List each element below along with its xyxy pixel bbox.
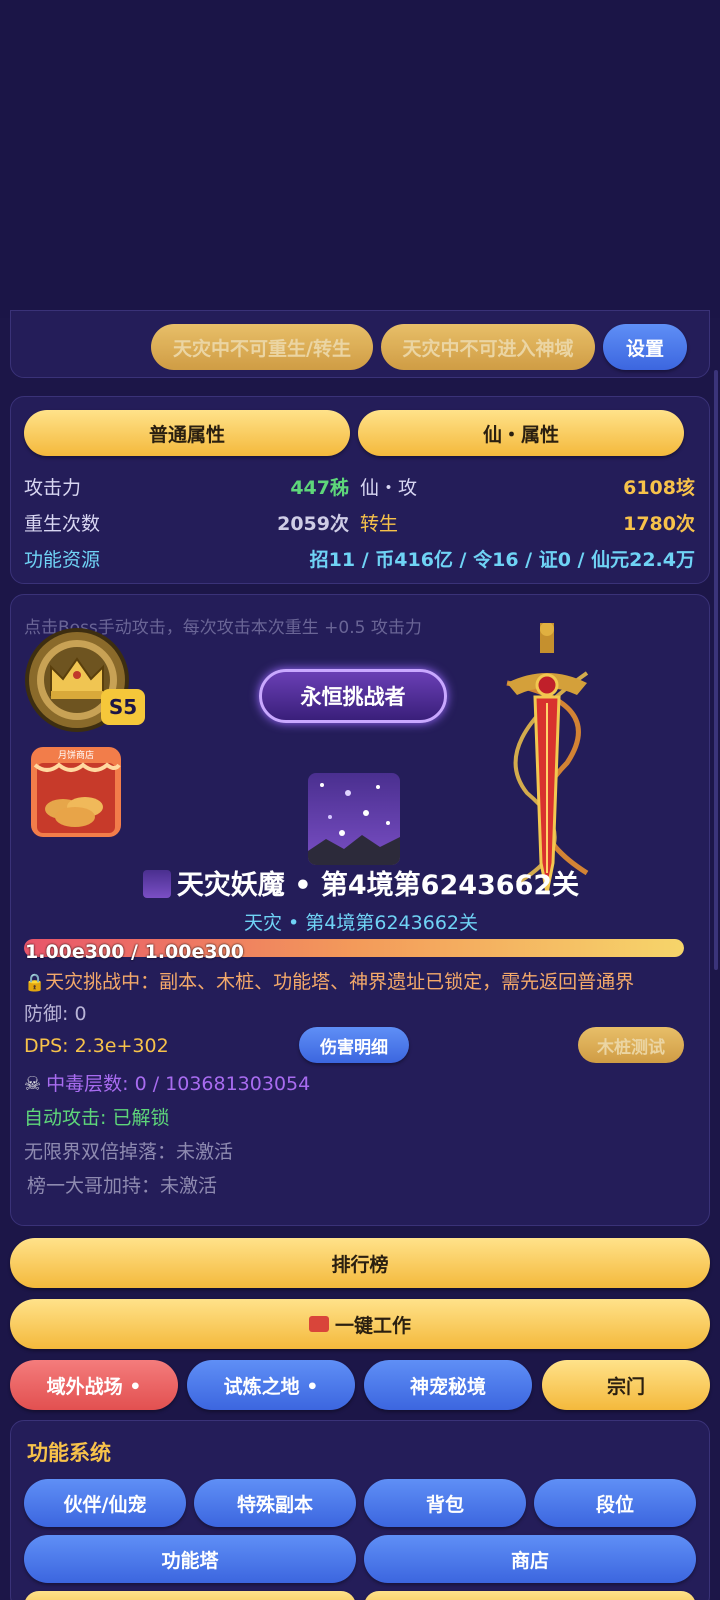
immortal-attack-value: 6108垓: [623, 477, 695, 499]
top-action-panel: 天灾中不可重生/转生 天灾中不可进入神域 设置: [10, 310, 710, 378]
scrollbar[interactable]: [714, 370, 718, 970]
reincarnation-label: 转生: [360, 513, 399, 535]
tab-normal-attributes[interactable]: 普通属性: [24, 410, 350, 456]
function-tower-button[interactable]: 功能塔: [24, 1535, 356, 1583]
boss-hp-text: 1.00e300 / 1.00e300: [25, 941, 245, 963]
sect-button[interactable]: 宗门: [542, 1360, 710, 1410]
rebirth-count-value: 2059次: [277, 513, 349, 535]
lock-icon: 🔒: [24, 973, 46, 993]
poison-stacks: 中毒层数: 0 / 103681303054: [46, 1073, 311, 1095]
special-dungeon-button[interactable]: 特殊副本: [194, 1479, 356, 1527]
auto-attack-status: 自动攻击: 已解锁: [24, 1107, 170, 1129]
rank-boost-status: 榜一大哥加持：未激活: [27, 1175, 218, 1197]
dummy-test-button[interactable]: 木桩测试: [578, 1027, 684, 1063]
lock-notice-row: 🔒天灾挑战中：副本、木桩、功能塔、神界遗址已锁定，需先返回普通界: [24, 967, 634, 994]
settings-button[interactable]: 设置: [603, 324, 687, 370]
one-click-work-button[interactable]: 一键工作: [10, 1299, 710, 1349]
flaming-sword-icon: [506, 623, 589, 894]
shop-button[interactable]: 商店: [364, 1535, 696, 1583]
lock-notice: 天灾挑战中：副本、木桩、功能塔、神界遗址已锁定，需先返回普通界: [45, 971, 635, 993]
more-function-button-right[interactable]: [364, 1591, 696, 1600]
damage-detail-button[interactable]: 伤害明细: [299, 1027, 409, 1063]
challenger-title-banner: 永恒挑战者: [259, 669, 447, 723]
battle-panel: 点击Boss手动攻击，每次攻击本次重生 +0.5 攻击力 S5 月饼商店 永恒挑…: [10, 594, 710, 1226]
backpack-button[interactable]: 背包: [364, 1479, 526, 1527]
attribute-panel: 普通属性 仙・属性 攻击力 447秭 仙・攻 6108垓 重生次数 2059次 …: [10, 396, 710, 584]
reincarnation-value: 1780次: [623, 513, 695, 535]
divine-realm-disabled-button[interactable]: 天灾中不可进入神域: [381, 324, 595, 370]
toolbox-icon: [308, 1316, 329, 1332]
immortal-attack-label: 仙・攻: [360, 477, 418, 499]
starfield-icon: [308, 783, 400, 865]
blank-top-area: [0, 0, 720, 318]
rebirth-count-label: 重生次数: [24, 513, 101, 535]
boss-portrait[interactable]: [308, 773, 400, 865]
attack-label: 攻击力: [24, 477, 82, 499]
defense-stat: 防御: 0: [24, 1003, 87, 1025]
resources-label: 功能资源: [24, 549, 101, 571]
season-label: S5: [101, 689, 145, 725]
boss-name-row: 天灾妖魔 • 第4境第6243662关: [11, 863, 711, 902]
boss-mini-icon: [142, 870, 171, 898]
function-system-title: 功能系统: [27, 1441, 111, 1465]
resources-value: 招11 / 币416亿 / 令16 / 证0 / 仙元22.4万: [309, 549, 695, 571]
boss-name: 天灾妖魔 • 第4境第6243662关: [176, 870, 580, 901]
double-drop-status: 无限界双倍掉落：未激活: [24, 1141, 234, 1163]
skull-icon: ☠: [24, 1073, 42, 1095]
challenger-title-text: 永恒挑战者: [300, 685, 406, 709]
function-system-panel: 功能系统 伙伴/仙宠 特殊副本 背包 段位 功能塔 商店: [10, 1420, 710, 1600]
stage-subtitle: 天灾 • 第4境第6243662关: [244, 912, 478, 934]
poison-row: ☠ 中毒层数: 0 / 103681303054: [24, 1069, 310, 1096]
pet-realm-button[interactable]: 神宠秘境: [364, 1360, 532, 1410]
attack-value: 447秭: [290, 477, 349, 499]
one-click-work-label: 一键工作: [334, 1314, 411, 1337]
mooncake-shop-button[interactable]: 月饼商店: [29, 745, 123, 839]
tab-immortal-attributes[interactable]: 仙・属性: [358, 410, 684, 456]
outer-battlefield-button[interactable]: 域外战场 •: [10, 1360, 178, 1410]
leaderboard-button[interactable]: 排行榜: [10, 1238, 710, 1288]
more-function-button-left[interactable]: [24, 1591, 356, 1600]
rank-tier-button[interactable]: 段位: [534, 1479, 696, 1527]
dps-stat: DPS: 2.3e+302: [24, 1035, 169, 1057]
trial-land-button[interactable]: 试炼之地 •: [187, 1360, 355, 1410]
rebirth-disabled-button[interactable]: 天灾中不可重生/转生: [151, 324, 373, 370]
partner-pet-button[interactable]: 伙伴/仙宠: [24, 1479, 186, 1527]
season-badge[interactable]: S5: [21, 625, 145, 735]
mooncake-shop-sign: 月饼商店: [57, 751, 94, 761]
